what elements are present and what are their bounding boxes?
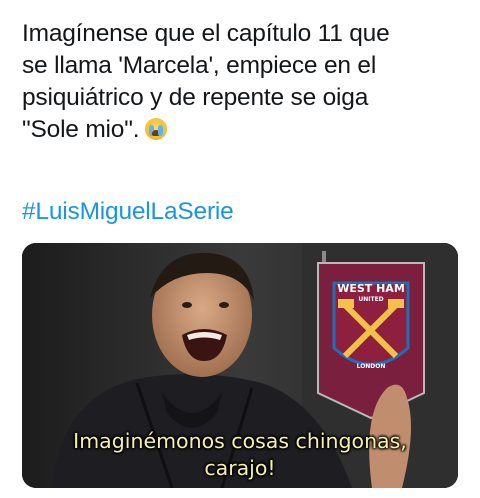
tweet-line: Imagínense que el capítulo 11 que: [22, 20, 390, 47]
meme-caption-line2: carajo!: [204, 456, 276, 480]
pennant-subtitle: UNITED: [358, 296, 383, 303]
west-ham-pennant: WEST HAM UNITED LONDON: [317, 251, 425, 420]
tweet-line-last: "Sole mio".: [22, 114, 462, 146]
hashtag-link[interactable]: #LuisMiguelLaSerie: [22, 198, 234, 226]
tweet-line: psiquiátrico y de repente se oiga: [22, 84, 369, 111]
tweet-text: Imagínense que el capítulo 11 que se lla…: [22, 18, 462, 146]
pennant-title: WEST HAM: [337, 282, 405, 295]
meme-caption-line1: Imaginémonos cosas chingonas,: [73, 429, 407, 453]
pennant-footer: LONDON: [357, 363, 386, 370]
tweet-line-text: "Sole mio".: [22, 116, 140, 143]
tweet-media-image[interactable]: WEST HAM UNITED LONDON Imaginémonos cosa…: [22, 243, 458, 488]
tweet-line: se llama 'Marcela', empiece en el: [22, 52, 377, 79]
loudly-crying-face-icon: [145, 118, 168, 140]
